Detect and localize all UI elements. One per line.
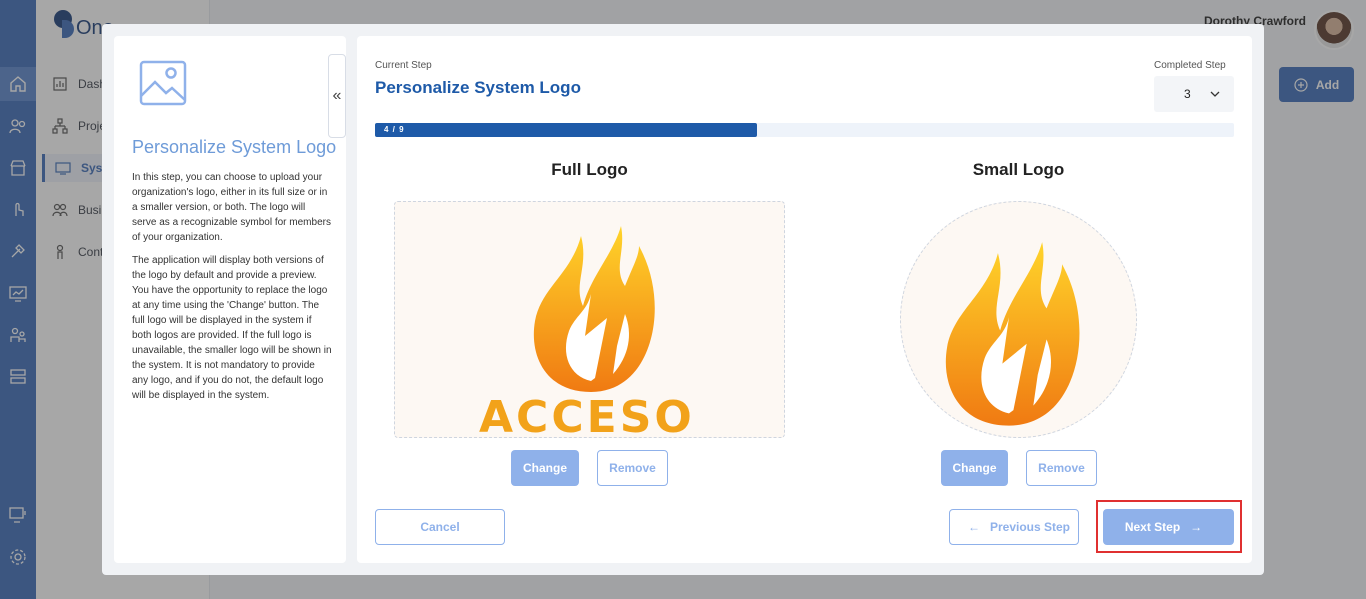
flame-logo-icon <box>945 242 1080 426</box>
small-logo-preview[interactable] <box>900 201 1137 438</box>
arrow-left-icon: ← <box>967 520 980 534</box>
setup-wizard-modal: Personalize System Logo In this step, yo… <box>102 24 1264 575</box>
cancel-button[interactable]: Cancel <box>375 509 505 545</box>
full-logo-remove-button[interactable]: Remove <box>597 450 668 486</box>
step-progress-text: 4 / 9 <box>384 125 405 134</box>
small-logo-change-button[interactable]: Change <box>941 450 1008 486</box>
info-paragraph: In this step, you can choose to upload y… <box>132 172 331 243</box>
full-logo-title: Full Logo <box>551 160 628 179</box>
full-logo-brand-text: ACCESO <box>479 392 695 438</box>
current-step-title: Personalize System Logo <box>375 78 581 97</box>
collapse-panel-button[interactable]: « <box>328 54 346 138</box>
chevron-down-icon <box>1210 91 1220 97</box>
step-info-panel: Personalize System Logo In this step, yo… <box>114 36 346 563</box>
next-step-highlight <box>1096 500 1242 553</box>
info-title: Personalize System Logo <box>132 137 337 157</box>
completed-step-value: 3 <box>1184 87 1191 101</box>
full-logo-change-button[interactable]: Change <box>511 450 579 486</box>
previous-step-label: Previous Step <box>989 520 1071 534</box>
step-progress-bar: 4 / 9 <box>375 123 1234 137</box>
step-main-panel: Current Step Personalize System Logo Com… <box>357 36 1252 563</box>
info-paragraph: The application will display both versio… <box>132 255 332 401</box>
small-logo-remove-button[interactable]: Remove <box>1026 450 1097 486</box>
completed-step-label: Completed Step <box>1154 60 1226 71</box>
info-description: In this step, you can choose to upload y… <box>132 170 332 411</box>
small-logo-title: Small Logo <box>972 160 1065 179</box>
image-icon <box>139 60 187 106</box>
step-progress-fill <box>375 123 757 137</box>
full-logo-preview[interactable]: ACCESO <box>394 201 785 438</box>
double-chevron-left-icon: « <box>332 87 342 104</box>
completed-step-select[interactable]: 3 <box>1154 76 1234 112</box>
flame-logo-icon <box>533 226 655 392</box>
current-step-label: Current Step <box>375 60 432 71</box>
previous-step-button[interactable]: ← Previous Step <box>949 509 1079 545</box>
